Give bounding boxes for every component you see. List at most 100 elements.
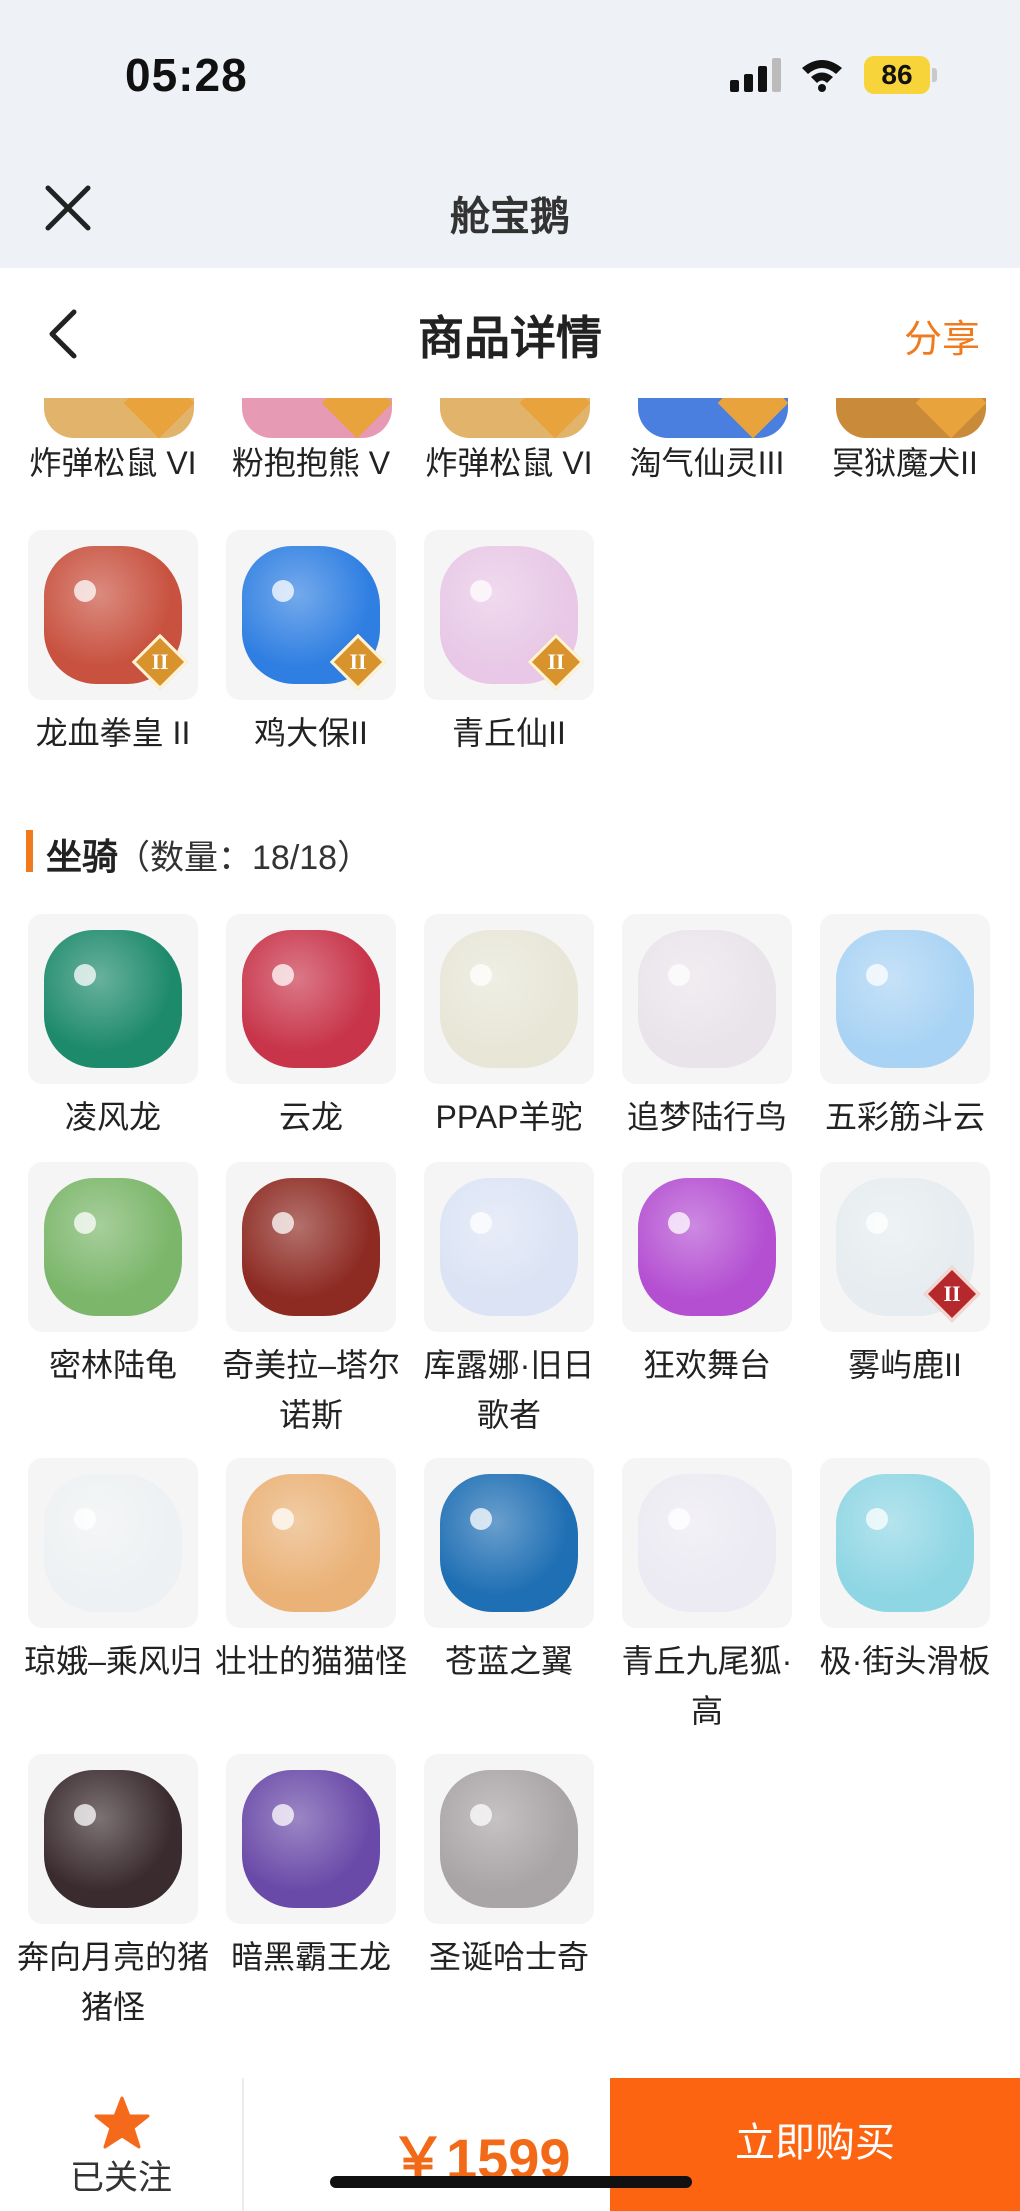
mount-art xyxy=(44,1770,182,1908)
mount-label: 狂欢舞台 xyxy=(642,1347,771,1383)
rank-badge-text: II xyxy=(151,649,169,674)
skin-grid: II 龙血拳皇 II II 鸡大保II II 青丘仙II xyxy=(0,530,1020,770)
mount-thumbnail xyxy=(226,1458,396,1628)
rank-badge-text: II xyxy=(547,649,565,674)
mount-thumbnail xyxy=(820,1458,990,1628)
rank-badge-icon xyxy=(123,398,195,438)
mount-art xyxy=(242,1178,380,1316)
mount-thumbnail xyxy=(226,914,396,1084)
share-button[interactable]: 分享 xyxy=(904,308,980,363)
wifi-icon xyxy=(802,60,842,92)
mount-thumbnail xyxy=(424,914,594,1084)
skin-label: 龙血拳皇 II xyxy=(35,715,191,751)
mount-label: 云龙 xyxy=(278,1099,343,1135)
skin-art xyxy=(440,398,591,438)
mount-art xyxy=(440,930,578,1068)
mount-thumbnail xyxy=(28,914,198,1084)
mount-thumbnail xyxy=(424,1754,594,1924)
mount-thumbnail xyxy=(622,1162,792,1332)
mount-art xyxy=(638,930,776,1068)
skin-thumbnail xyxy=(424,398,594,438)
mounts-grid: 凌风龙 云龙 PPAP羊驼 追梦陆行鸟 五彩筋斗云密林陆龟 奇美拉–塔尔诺斯 库露娜·旧日歌… xyxy=(0,914,1020,2064)
skin-art xyxy=(638,398,789,438)
skin-thumbnail: II xyxy=(226,530,396,700)
section-title: 坐骑 xyxy=(46,836,119,877)
mount-thumbnail xyxy=(226,1754,396,1924)
skin-art xyxy=(242,398,393,438)
mount-label: 库露娜·旧日歌者 xyxy=(423,1347,595,1433)
mount-art xyxy=(242,1474,380,1612)
follow-label: 已关注 xyxy=(70,2159,172,2197)
mount-art xyxy=(242,1770,380,1908)
mount-thumbnail xyxy=(226,1162,396,1332)
mount-thumbnail: II xyxy=(820,1162,990,1332)
skin-label: 炸弹松鼠 VI xyxy=(425,445,593,481)
skin-thumbnail: II xyxy=(28,530,198,700)
product-detail-content[interactable]: 炸弹松鼠 VI 粉抱抱熊 V 炸弹松鼠 VI 淘气仙灵III 冥狱魔犬II II 龙血拳皇… xyxy=(0,398,1020,2068)
mount-art xyxy=(440,1474,578,1612)
mount-label: 追梦陆行鸟 xyxy=(626,1099,787,1135)
skin-label: 炸弹松鼠 VI xyxy=(29,445,197,481)
mount-art xyxy=(836,1474,974,1612)
mount-label: 暗黑霸王龙 xyxy=(230,1939,391,1975)
buy-now-button[interactable]: 立即购买 xyxy=(610,2078,1020,2211)
skin-thumbnail xyxy=(28,398,198,438)
mount-label: 奔向月亮的猪猪怪 xyxy=(16,1939,209,2025)
mount-label: 苍蓝之翼 xyxy=(444,1643,573,1679)
mount-label: 奇美拉–塔尔诺斯 xyxy=(222,1347,400,1433)
skin-art xyxy=(44,398,195,438)
section-accent-bar xyxy=(26,830,33,872)
skin-thumbnail xyxy=(622,398,792,438)
rank-badge-text: II xyxy=(349,649,367,674)
battery-cap xyxy=(932,68,937,82)
mount-label: 琼娥–乘风归 xyxy=(24,1643,202,1679)
mount-thumbnail xyxy=(424,1458,594,1628)
page-title: 商品详情 xyxy=(418,312,602,364)
skin-thumbnail xyxy=(820,398,990,438)
follow-button[interactable]: 已关注 xyxy=(0,2078,242,2211)
skin-label: 鸡大保II xyxy=(254,715,368,751)
skin-art xyxy=(836,398,987,438)
section-count: （数量：18/18） xyxy=(116,839,372,877)
status-time: 05:28 xyxy=(125,49,248,101)
mini-program-title: 舱宝鹅 xyxy=(450,195,570,239)
rank-badge-icon xyxy=(915,398,987,438)
skin-label: 青丘仙II xyxy=(452,715,566,751)
mount-label: 雾屿鹿II xyxy=(848,1347,962,1383)
mount-art xyxy=(836,930,974,1068)
mount-thumbnail xyxy=(28,1754,198,1924)
mount-label: 青丘九尾狐·高 xyxy=(621,1643,793,1729)
rank-badge-text: II xyxy=(943,1281,961,1306)
mount-thumbnail xyxy=(622,1458,792,1628)
mount-thumbnail xyxy=(28,1162,198,1332)
mount-thumbnail xyxy=(424,1162,594,1332)
top-bar: 05:28 86 舱宝鹅 xyxy=(0,0,1020,268)
skin-label: 冥狱魔犬II xyxy=(832,445,978,481)
mount-art xyxy=(440,1178,578,1316)
mount-label: PPAP羊驼 xyxy=(435,1099,583,1135)
divider xyxy=(242,2078,244,2211)
mount-thumbnail xyxy=(28,1458,198,1628)
mount-label: 极·街头滑板 xyxy=(819,1643,991,1679)
mount-art xyxy=(44,1178,182,1316)
skin-label: 淘气仙灵III xyxy=(629,445,785,481)
mount-art xyxy=(44,930,182,1068)
mount-label: 凌风龙 xyxy=(64,1099,161,1135)
bottom-action-bar: 已关注 ￥1599 立即购买 xyxy=(0,2078,1020,2211)
mount-label: 圣诞哈士奇 xyxy=(428,1939,589,1975)
mount-label: 密林陆龟 xyxy=(48,1347,177,1383)
mount-art xyxy=(638,1474,776,1612)
skin-thumbnail xyxy=(226,398,396,438)
skin-label: 粉抱抱熊 V xyxy=(231,445,391,481)
mount-art xyxy=(44,1474,182,1612)
mount-thumbnail xyxy=(820,914,990,1084)
cellular-signal-icon xyxy=(730,58,784,92)
battery-level: 86 xyxy=(864,56,930,94)
star-icon xyxy=(94,2096,150,2149)
mount-art xyxy=(440,1770,578,1908)
mount-label: 五彩筋斗云 xyxy=(824,1099,985,1135)
rank-badge-icon xyxy=(321,398,393,438)
mount-label: 壮壮的猫猫怪 xyxy=(214,1643,407,1679)
mount-thumbnail xyxy=(622,914,792,1084)
page-header: 商品详情 分享 xyxy=(0,268,1020,398)
